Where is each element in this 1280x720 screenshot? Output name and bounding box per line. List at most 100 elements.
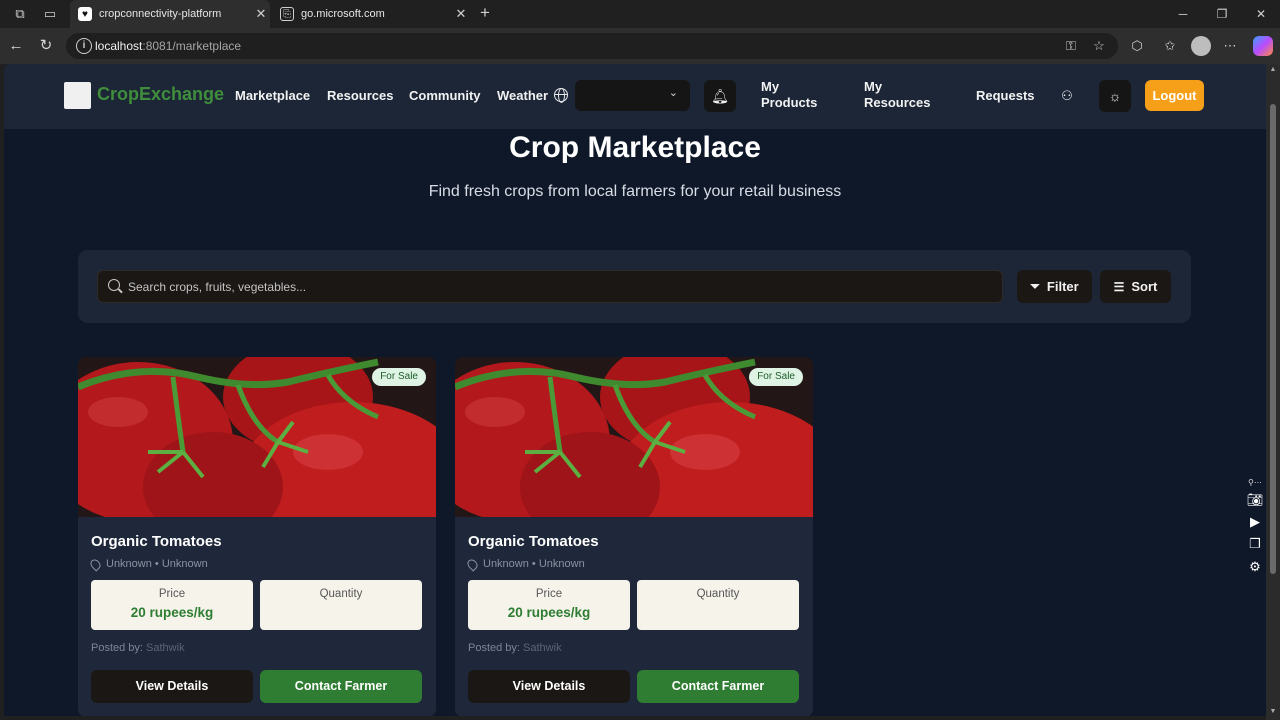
price-box: Price 20 rupees/kg [91,580,253,630]
heart-favicon-icon: ♥ [78,7,92,21]
product-location: Unknown • Unknown [88,556,208,572]
map-pin-icon [88,556,103,572]
logo-icon[interactable] [64,82,91,109]
restore-icon[interactable]: ❐ [1212,4,1232,24]
product-name: Organic Tomatoes [91,533,222,550]
filter-label: Filter [1046,279,1079,294]
nav-resources[interactable]: Resources [327,88,393,103]
filter-funnel-icon: ⏷ [1030,279,1040,293]
url-field[interactable]: i localhost:8081/marketplace ⚿ ☆ [66,33,1118,59]
user-profile-icon[interactable]: ⚇ [1059,88,1075,104]
nav-weather[interactable]: Weather [497,88,548,103]
contact-farmer-button[interactable]: Contact Farmer [260,670,422,703]
product-card: For Sale Organic Tomatoes Unknown • Unkn… [455,357,813,716]
map-pin-icon [465,556,480,572]
scroll-up-icon[interactable]: ▲ [1269,66,1277,73]
filter-button[interactable]: ⏷ Filter [1017,270,1092,303]
price-value: 20 rupees/kg [507,605,591,620]
tab-cropconnectivity[interactable]: ♥ cropconnectivity-platform ✕ [70,0,270,28]
workspaces-icon[interactable]: ⧉ [12,6,28,22]
sliders-icon: ☰ [1113,279,1125,294]
camera-icon[interactable]: 📷︎ [1246,493,1264,507]
floating-toolbar: ⚲⋯ 📷︎ ▶ ❐ ⚙ [1244,478,1266,578]
close-window-icon[interactable]: ✕ [1251,4,1271,24]
price-label: Price [158,588,186,600]
site-info-icon[interactable]: i [76,38,92,54]
new-tab-icon[interactable]: + [476,4,494,22]
nav-my-resources[interactable]: My Resources [864,79,934,111]
product-name: Organic Tomatoes [468,533,599,550]
view-details-button[interactable]: View Details [91,670,253,703]
quantity-value: 50 kg [323,605,359,620]
key-icon[interactable]: ⚿ [1062,37,1080,55]
video-camera-icon[interactable]: ▶ [1246,515,1264,529]
price-label: Price [535,588,563,600]
for-sale-badge: For Sale [749,368,803,386]
minimize-icon[interactable]: ─ [1173,4,1193,24]
quantity-box: Quantity 50 kg [637,580,799,630]
notifications-bell-icon[interactable]: 🔔︎ [704,80,736,112]
close-tab-icon[interactable]: ✕ [452,6,470,22]
scrollbar-thumb[interactable] [1270,104,1276,574]
tab-title: cropconnectivity-platform [99,8,222,20]
search-icon [108,279,120,291]
product-image-tomatoes[interactable]: For Sale [78,357,436,517]
chevron-down-icon: ⌄ [668,87,678,99]
logout-button[interactable]: Logout [1145,80,1204,111]
sort-button[interactable]: ☰ Sort [1100,270,1171,303]
search-input[interactable] [128,271,988,302]
product-image-tomatoes[interactable]: For Sale [455,357,813,517]
favorite-star-icon[interactable]: ☆ [1090,37,1108,55]
posted-by-name: Sathwik [523,642,562,654]
profile-avatar[interactable] [1191,36,1211,56]
location-text: Unknown • Unknown [483,558,585,570]
posted-by-label: Posted by: [91,642,143,654]
page-subtitle: Find fresh crops from local farmers for … [428,183,842,200]
language-select[interactable]: ⌄ [575,80,690,111]
page-viewport: CropExchange Marketplace Resources Commu… [4,64,1266,716]
tab-actions-icon[interactable]: ▭ [42,6,58,22]
tab-go-microsoft[interactable]: ⎘ go.microsoft.com ✕ [272,0,470,28]
for-sale-badge: For Sale [372,368,426,386]
nav-my-products[interactable]: My Products [761,79,831,111]
refresh-icon[interactable]: ↻ [36,36,56,56]
gear-icon[interactable]: ⚙ [1246,560,1264,574]
url-host: localhost [95,39,143,53]
quantity-label: Quantity [319,588,363,600]
contact-farmer-button[interactable]: Contact Farmer [637,670,799,703]
scroll-down-icon[interactable]: ▼ [1269,708,1277,715]
search-box[interactable] [97,270,1003,303]
nav-community[interactable]: Community [409,88,481,103]
copilot-icon[interactable] [1253,36,1273,56]
product-card: For Sale Organic Tomatoes Unknown • Unkn… [78,357,436,716]
posted-by-name: Sathwik [146,642,185,654]
page-scrollbar[interactable]: ▲ ▼ [1266,64,1280,720]
more-menu-icon[interactable]: ⋯ [1221,37,1239,55]
posted-by: Posted by: Sathwik [91,642,185,654]
nav-requests[interactable]: Requests [976,88,1035,103]
window-copy-icon[interactable]: ❐ [1246,537,1264,551]
brand-name[interactable]: CropExchange [97,84,224,105]
search-panel: ⏷ Filter ☰ Sort [78,250,1191,323]
tab-title: go.microsoft.com [301,8,385,20]
theme-toggle-sun-icon[interactable]: ☼ [1099,80,1131,112]
posted-by-label: Posted by: [468,642,520,654]
price-value: 20 rupees/kg [130,605,214,620]
nav-marketplace[interactable]: Marketplace [235,88,310,103]
favorites-icon[interactable]: ✩ [1161,37,1179,55]
quantity-box: Quantity 50 kg [260,580,422,630]
extensions-icon[interactable]: ⬡ [1128,37,1146,55]
close-tab-icon[interactable]: ✕ [252,6,270,22]
page-favicon-icon: ⎘ [280,7,294,21]
back-icon[interactable]: ← [6,36,26,56]
url-path: :8081/marketplace [142,39,242,53]
browser-tab-bar: ⧉ ▭ ♥ cropconnectivity-platform ✕ ⎘ go.m… [0,0,1280,28]
toolbar-handle-icon[interactable]: ⚲⋯ [1248,478,1262,487]
view-details-button[interactable]: View Details [468,670,630,703]
browser-address-bar: ← ↻ i localhost:8081/marketplace ⚿ ☆ ⬡ ✩… [0,28,1280,64]
site-navbar: CropExchange Marketplace Resources Commu… [4,64,1266,129]
price-box: Price 20 rupees/kg [468,580,630,630]
globe-icon [554,88,568,103]
sort-label: Sort [1131,279,1158,294]
quantity-label: Quantity [696,588,740,600]
